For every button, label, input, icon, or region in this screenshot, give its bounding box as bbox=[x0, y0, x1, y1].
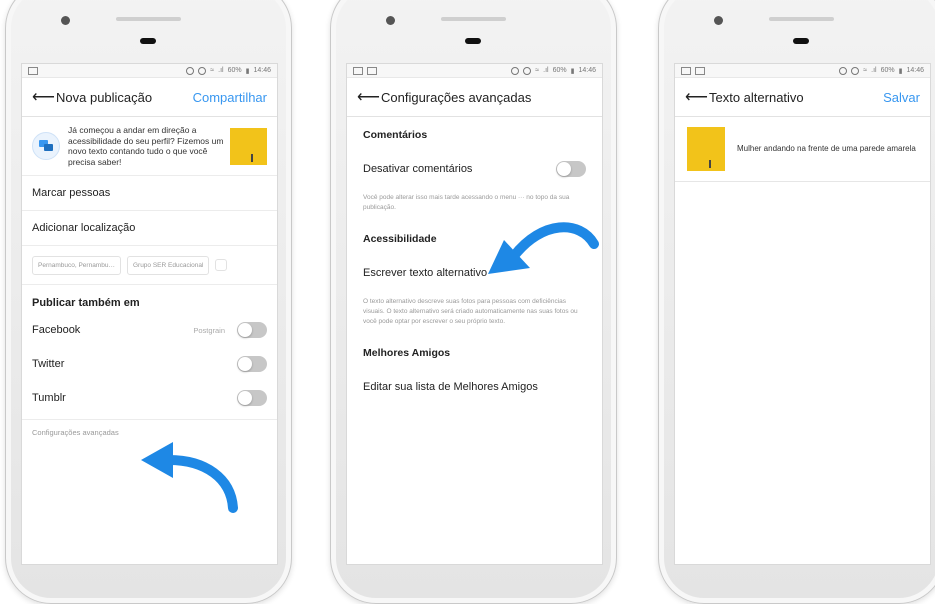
signal-icon: .ıl bbox=[871, 67, 877, 74]
chat-bubbles-icon bbox=[32, 132, 60, 160]
notification-icon bbox=[681, 66, 691, 75]
facebook-toggle[interactable] bbox=[237, 322, 267, 338]
facebook-page-name: Postgrain bbox=[193, 325, 225, 335]
status-time: 14:46 bbox=[906, 67, 924, 74]
app-bar: ⟵ Nova publicação Compartilhar bbox=[22, 78, 277, 117]
back-arrow-icon[interactable]: ⟵ bbox=[32, 87, 56, 107]
location-chip[interactable]: Grupo SER Educacional bbox=[126, 255, 210, 275]
proximity-sensor bbox=[793, 38, 809, 44]
disable-comments-row: Desativar comentários bbox=[347, 149, 602, 189]
tumblr-row: Tumblr bbox=[22, 381, 277, 415]
curved-arrow-icon bbox=[141, 442, 238, 513]
signal-icon: .ıl bbox=[218, 67, 224, 74]
post-thumbnail bbox=[230, 127, 267, 165]
page-title: Configurações avançadas bbox=[381, 89, 532, 105]
earpiece-speaker bbox=[116, 17, 181, 21]
notification-icon bbox=[353, 66, 363, 75]
back-arrow-icon[interactable]: ⟵ bbox=[685, 87, 709, 107]
alarm-icon bbox=[511, 66, 520, 75]
page-title: Texto alternativo bbox=[709, 89, 804, 105]
tumblr-toggle[interactable] bbox=[237, 390, 267, 406]
screen-alt-text: ≈ .ıl 60% ▮ 14:46 ⟵ Texto alternativo Sa… bbox=[674, 63, 931, 565]
share-also-heading: Publicar também em bbox=[32, 297, 140, 309]
add-location-row[interactable]: Adicionar localização bbox=[22, 211, 277, 246]
front-camera bbox=[61, 16, 70, 25]
proximity-sensor bbox=[140, 38, 156, 44]
clock-icon bbox=[523, 66, 532, 75]
back-arrow-icon[interactable]: ⟵ bbox=[357, 87, 381, 107]
twitter-label: Twitter bbox=[32, 358, 65, 370]
status-bar: ≈ .ıl 60% ▮ 14:46 bbox=[347, 64, 602, 78]
disable-comments-toggle[interactable] bbox=[556, 161, 586, 177]
proximity-sensor bbox=[465, 38, 481, 44]
battery-level: 60% bbox=[227, 67, 242, 74]
facebook-row: Facebook Postgrain bbox=[22, 313, 277, 347]
edit-close-friends-label: Editar sua lista de Melhores Amigos bbox=[363, 381, 538, 393]
location-suggestions: Pernambuco, Pernambu… Grupo SER Educacio… bbox=[22, 246, 277, 285]
notification-icon bbox=[28, 66, 38, 75]
twitter-row: Twitter bbox=[22, 347, 277, 381]
battery-icon: ▮ bbox=[570, 67, 575, 75]
alarm-icon bbox=[186, 66, 195, 75]
phone-frame-3: ≈ .ıl 60% ▮ 14:46 ⟵ Texto alternativo Sa… bbox=[658, 0, 935, 604]
tag-people-row[interactable]: Marcar pessoas bbox=[22, 176, 277, 211]
status-bar: ≈ .ıl 60% ▮ 14:46 bbox=[22, 64, 277, 78]
page-title: Nova publicação bbox=[56, 89, 153, 105]
twitter-toggle[interactable] bbox=[237, 356, 267, 372]
post-thumbnail bbox=[687, 127, 725, 171]
facebook-label: Facebook bbox=[32, 324, 81, 336]
alt-text-entry: Mulher andando na frente de uma parede a… bbox=[675, 117, 930, 182]
wifi-icon: ≈ bbox=[535, 67, 540, 74]
app-bar: ⟵ Configurações avançadas bbox=[347, 78, 602, 117]
clock-icon bbox=[198, 66, 207, 75]
battery-icon: ▮ bbox=[898, 67, 903, 75]
wifi-icon: ≈ bbox=[863, 67, 868, 74]
signal-icon: .ıl bbox=[543, 67, 549, 74]
disable-comments-label: Desativar comentários bbox=[363, 163, 473, 175]
earpiece-speaker bbox=[441, 17, 506, 21]
clock-icon bbox=[851, 66, 860, 75]
notification-icon bbox=[695, 66, 705, 75]
location-chip-more[interactable] bbox=[215, 259, 228, 271]
save-button[interactable]: Salvar bbox=[883, 90, 920, 105]
front-camera bbox=[714, 16, 723, 25]
accessibility-promo[interactable]: Já começou a andar em direção a acessibi… bbox=[22, 117, 277, 176]
phone-frame-2: ≈ .ıl 60% ▮ 14:46 ⟵ Configurações avança… bbox=[330, 0, 617, 604]
status-time: 14:46 bbox=[578, 67, 596, 74]
battery-icon: ▮ bbox=[245, 67, 250, 75]
alt-text-input[interactable]: Mulher andando na frente de uma parede a… bbox=[737, 144, 916, 154]
share-button[interactable]: Compartilhar bbox=[193, 90, 267, 105]
front-camera bbox=[386, 16, 395, 25]
close-friends-heading: Melhores Amigos bbox=[363, 347, 451, 359]
battery-level: 60% bbox=[880, 67, 895, 74]
tumblr-label: Tumblr bbox=[32, 392, 66, 404]
curved-arrow-icon bbox=[488, 222, 599, 274]
earpiece-speaker bbox=[769, 17, 834, 21]
status-time: 14:46 bbox=[253, 67, 271, 74]
location-chip[interactable]: Pernambuco, Pernambu… bbox=[32, 255, 121, 275]
promo-text: Já começou a andar em direção a acessibi… bbox=[68, 125, 224, 167]
wifi-icon: ≈ bbox=[210, 67, 215, 74]
app-bar: ⟵ Texto alternativo Salvar bbox=[675, 78, 930, 117]
edit-close-friends-row[interactable]: Editar sua lista de Melhores Amigos bbox=[347, 367, 602, 407]
status-bar: ≈ .ıl 60% ▮ 14:46 bbox=[675, 64, 930, 78]
battery-level: 60% bbox=[552, 67, 567, 74]
alarm-icon bbox=[839, 66, 848, 75]
comments-heading: Comentários bbox=[363, 129, 428, 141]
alt-text-note: O texto alternativo descreve suas fotos … bbox=[363, 298, 578, 325]
notification-icon bbox=[367, 66, 377, 75]
screen-advanced-settings: ≈ .ıl 60% ▮ 14:46 ⟵ Configurações avança… bbox=[346, 63, 603, 565]
